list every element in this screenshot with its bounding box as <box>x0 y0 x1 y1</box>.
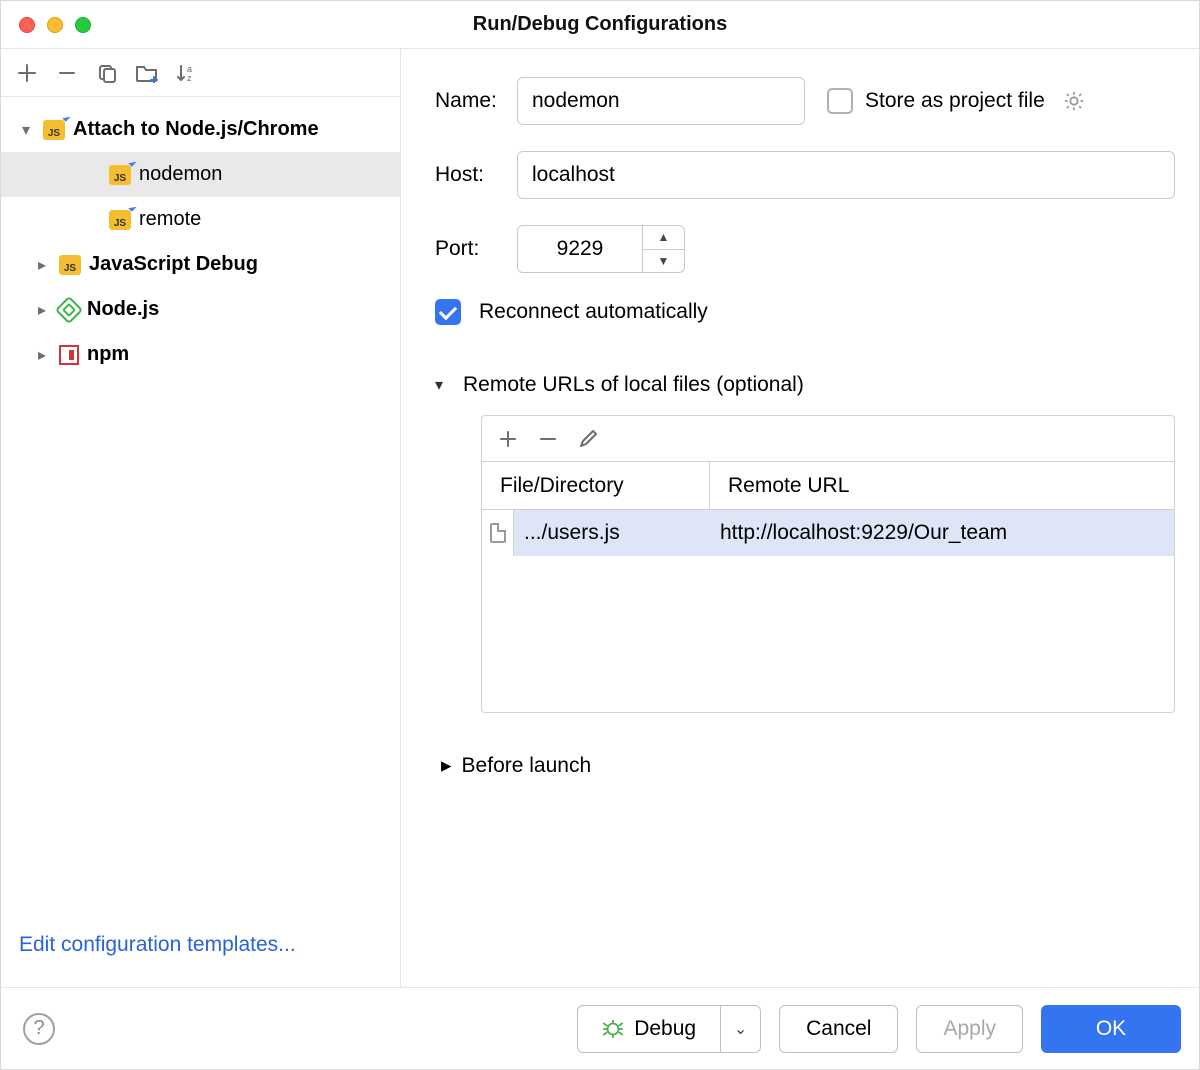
table-row[interactable]: .../users.js http://localhost:9229/Our_t… <box>482 510 1174 556</box>
name-row: Name: Store as project file <box>435 77 1185 125</box>
js-attach-icon: JS <box>109 165 131 185</box>
store-label: Store as project file <box>865 89 1045 113</box>
tree-node-nodejs[interactable]: ▸ Node.js <box>1 287 400 332</box>
store-checkbox[interactable] <box>827 88 853 114</box>
gear-icon[interactable] <box>1063 90 1085 112</box>
remote-urls-title: Remote URLs of local files (optional) <box>463 373 804 397</box>
footer: ? Debug ⌄ Cancel Apply OK <box>1 987 1199 1069</box>
reconnect-row: Reconnect automatically <box>435 299 1185 325</box>
name-input[interactable] <box>517 77 805 125</box>
tree-node-attach[interactable]: ▾ JS Attach to Node.js/Chrome <box>1 107 400 152</box>
cancel-button[interactable]: Cancel <box>779 1005 898 1053</box>
tree-label: npm <box>87 343 129 366</box>
chevron-down-icon: ▾ <box>17 120 35 140</box>
port-stepper: ▲ ▼ <box>517 225 685 273</box>
folder-add-icon[interactable] <box>135 61 159 85</box>
table-toolbar <box>482 416 1174 462</box>
sidebar-toolbar: az <box>1 49 400 97</box>
file-icon <box>490 523 506 543</box>
svg-text:z: z <box>187 73 192 83</box>
before-launch-header[interactable]: ▸ Before launch <box>435 753 1185 778</box>
window: Run/Debug Configurations az <box>0 0 1200 1070</box>
file-icon-cell <box>482 510 514 556</box>
chevron-right-icon: ▸ <box>441 753 452 778</box>
remove-icon[interactable] <box>55 61 79 85</box>
edit-templates-link[interactable]: Edit configuration templates... <box>1 915 400 987</box>
chevron-right-icon: ▸ <box>33 345 51 365</box>
reconnect-label: Reconnect automatically <box>479 300 708 324</box>
debug-button-group: Debug ⌄ <box>577 1005 761 1053</box>
tree-label: JavaScript Debug <box>89 253 258 276</box>
store-group: Store as project file <box>827 88 1085 114</box>
js-attach-icon: JS <box>109 210 131 230</box>
table-body: .../users.js http://localhost:9229/Our_t… <box>482 510 1174 712</box>
step-down-icon[interactable]: ▼ <box>643 250 684 273</box>
port-input[interactable] <box>518 226 642 272</box>
tree-label: nodemon <box>139 163 222 186</box>
host-label: Host: <box>435 163 517 187</box>
chevron-right-icon: ▸ <box>33 300 51 320</box>
tree-label: Attach to Node.js/Chrome <box>73 118 319 141</box>
name-label: Name: <box>435 89 517 113</box>
js-attach-icon: JS <box>43 120 65 140</box>
debug-label: Debug <box>634 1017 696 1041</box>
host-row: Host: <box>435 151 1185 199</box>
window-title: Run/Debug Configurations <box>1 13 1199 36</box>
file-cell: .../users.js <box>514 521 710 545</box>
chevron-down-icon: ⌄ <box>734 1019 747 1039</box>
edit-icon[interactable] <box>576 427 600 451</box>
bug-icon <box>602 1018 624 1040</box>
apply-button[interactable]: Apply <box>916 1005 1023 1053</box>
chevron-right-icon: ▸ <box>33 255 51 275</box>
npm-icon <box>59 345 79 365</box>
tree-node-nodemon[interactable]: JS nodemon <box>1 152 400 197</box>
table-head: File/Directory Remote URL <box>482 462 1174 510</box>
url-cell: http://localhost:9229/Our_team <box>710 521 1174 545</box>
step-up-icon[interactable]: ▲ <box>643 226 684 250</box>
tree-node-jsdebug[interactable]: ▸ JS JavaScript Debug <box>1 242 400 287</box>
main-panel: Name: Store as project file Host: Port: <box>401 49 1199 987</box>
tree-label: Node.js <box>87 298 159 321</box>
port-row: Port: ▲ ▼ <box>435 225 1185 273</box>
port-steps: ▲ ▼ <box>642 226 684 272</box>
col-url[interactable]: Remote URL <box>710 462 1174 509</box>
col-file[interactable]: File/Directory <box>482 462 710 509</box>
ok-button[interactable]: OK <box>1041 1005 1181 1053</box>
titlebar: Run/Debug Configurations <box>1 1 1199 49</box>
remote-urls-section: ▾ Remote URLs of local files (optional) <box>435 373 1185 713</box>
dialog-body: az ▾ JS Attach to Node.js/Chrome JS node… <box>1 49 1199 987</box>
js-icon: JS <box>59 255 81 275</box>
tree-node-remote[interactable]: JS remote <box>1 197 400 242</box>
remote-urls-header[interactable]: ▾ Remote URLs of local files (optional) <box>435 373 1185 397</box>
config-tree[interactable]: ▾ JS Attach to Node.js/Chrome JS nodemon… <box>1 97 400 915</box>
nodejs-icon <box>55 295 83 323</box>
before-launch-label: Before launch <box>462 754 592 778</box>
port-label: Port: <box>435 237 517 261</box>
remove-icon[interactable] <box>536 427 560 451</box>
copy-icon[interactable] <box>95 61 119 85</box>
add-icon[interactable] <box>15 61 39 85</box>
chevron-down-icon: ▾ <box>435 375 453 395</box>
debug-dropdown[interactable]: ⌄ <box>720 1006 760 1052</box>
help-icon[interactable]: ? <box>23 1013 55 1045</box>
reconnect-checkbox[interactable] <box>435 299 461 325</box>
add-icon[interactable] <box>496 427 520 451</box>
remote-urls-table: File/Directory Remote URL .../users.js h… <box>481 415 1175 713</box>
sort-icon[interactable]: az <box>175 61 199 85</box>
host-input[interactable] <box>517 151 1175 199</box>
tree-node-npm[interactable]: ▸ npm <box>1 332 400 377</box>
sidebar: az ▾ JS Attach to Node.js/Chrome JS node… <box>1 49 401 987</box>
tree-label: remote <box>139 208 201 231</box>
debug-button[interactable]: Debug <box>578 1006 720 1052</box>
